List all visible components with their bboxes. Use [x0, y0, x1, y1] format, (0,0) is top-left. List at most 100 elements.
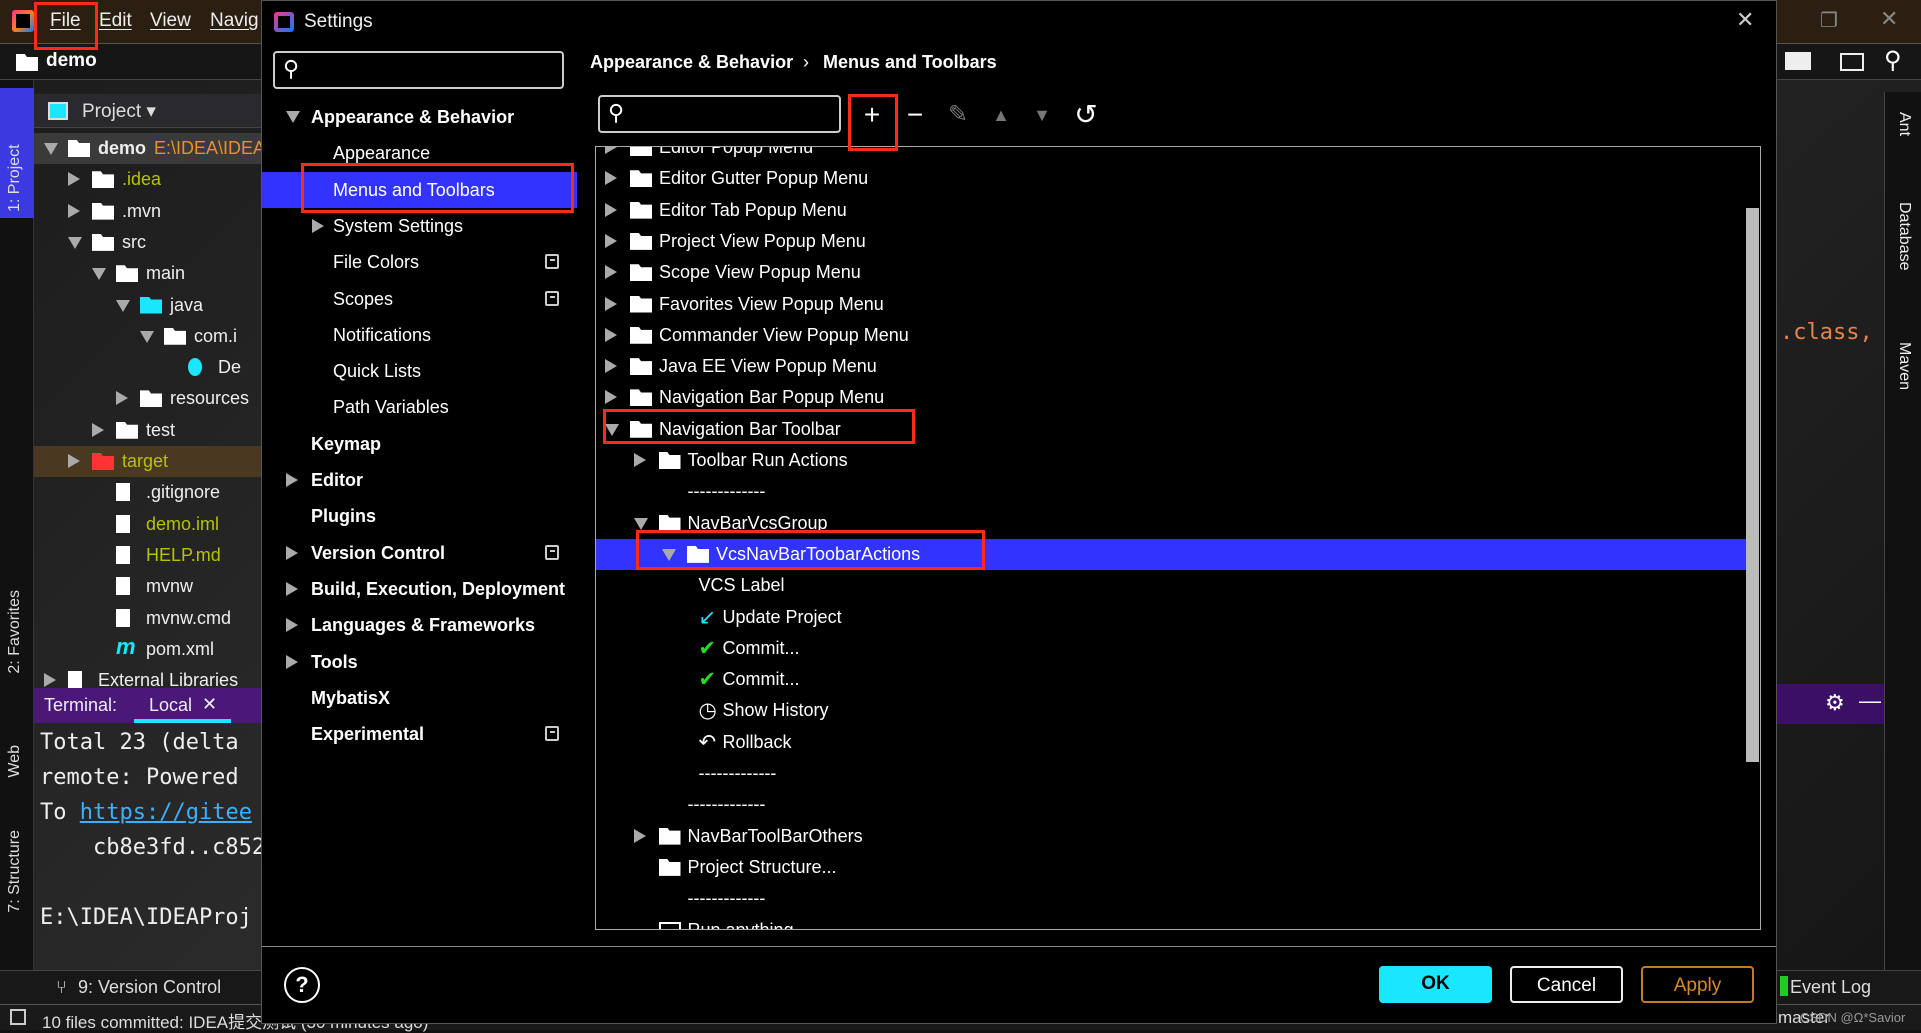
tree-scrollbar[interactable] [1746, 208, 1759, 762]
settings-nav-item[interactable]: Tools [262, 644, 577, 680]
tab-structure[interactable]: 7: Structure [6, 830, 24, 913]
collapsed-arrow-icon[interactable] [116, 391, 128, 406]
tab-event-log[interactable]: Event Log [1790, 977, 1871, 998]
tree-row[interactable]: ------------- [596, 789, 1746, 820]
project-tree-row[interactable]: resources [34, 383, 261, 414]
settings-nav-item[interactable]: Notifications [262, 317, 577, 353]
add-action-button[interactable]: + [855, 99, 889, 133]
tree-row[interactable]: Editor Tab Popup Menu [596, 195, 1746, 226]
collapsed-arrow-icon[interactable] [633, 828, 646, 843]
expanded-arrow-icon[interactable] [44, 143, 58, 155]
project-view-header[interactable]: Project ▾ [34, 94, 261, 128]
tree-row[interactable]: ------------- [596, 758, 1746, 789]
tab-ant[interactable]: Ant [1895, 112, 1913, 136]
collapsed-arrow-icon[interactable] [286, 545, 298, 560]
project-tree-row[interactable]: demo.iml [34, 509, 261, 540]
project-tree-row[interactable]: m pom.xml [34, 634, 261, 665]
expanded-arrow-icon[interactable] [662, 548, 676, 561]
breadcrumb-parent[interactable]: Appearance & Behavior [590, 52, 793, 73]
tree-row[interactable]: ------------- [596, 883, 1746, 914]
project-tree-row[interactable]: .idea [34, 164, 261, 195]
close-dialog-icon[interactable]: ✕ [1736, 7, 1754, 33]
collapsed-arrow-icon[interactable] [633, 453, 646, 467]
settings-search-input[interactable]: ⚲ [273, 51, 564, 89]
tab-favorites[interactable]: 2: Favorites [6, 590, 24, 674]
ok-button[interactable]: OK [1379, 966, 1492, 1003]
expanded-arrow-icon[interactable] [140, 330, 154, 343]
tree-row[interactable]: Project Structure... [596, 852, 1746, 883]
collapsed-arrow-icon[interactable] [286, 618, 298, 633]
tree-row[interactable]: ◷ Show History [596, 695, 1746, 726]
tree-row[interactable]: VcsNavBarToobarActions [596, 538, 1746, 570]
terminal-tab-local[interactable]: Local [149, 695, 192, 716]
collapsed-arrow-icon[interactable] [605, 147, 617, 154]
collapsed-arrow-icon[interactable] [286, 581, 298, 596]
settings-nav-item[interactable]: Editor [262, 462, 577, 498]
settings-nav-item[interactable]: Experimental [262, 716, 577, 752]
tree-row[interactable]: Project View Popup Menu [596, 226, 1746, 257]
collapsed-arrow-icon[interactable] [605, 296, 617, 311]
settings-nav-item[interactable]: Languages & Frameworks [262, 607, 577, 643]
collapsed-arrow-icon[interactable] [44, 673, 56, 688]
project-structure-icon[interactable] [1785, 52, 1811, 70]
tree-row[interactable]: NavBarToolBarOthers [596, 821, 1746, 852]
collapsed-arrow-icon[interactable] [605, 171, 617, 186]
settings-nav-item[interactable]: Appearance & Behavior [262, 99, 577, 135]
collapsed-arrow-icon[interactable] [68, 203, 80, 218]
expanded-arrow-icon[interactable] [286, 111, 300, 123]
tree-row[interactable]: ✔ Commit... [596, 633, 1746, 664]
remove-action-button[interactable]: − [898, 99, 932, 133]
close-window-icon[interactable]: ✕ [1880, 6, 1898, 32]
tree-row[interactable]: Navigation Bar Toolbar [596, 414, 1746, 445]
tree-row[interactable]: ↶ Rollback [596, 727, 1746, 758]
settings-nav-item[interactable]: System Settings [262, 208, 577, 244]
gear-icon[interactable]: ⚙ [1825, 690, 1845, 716]
settings-nav-item[interactable]: Plugins [262, 498, 577, 534]
expanded-arrow-icon[interactable] [605, 423, 619, 436]
settings-nav-item[interactable]: Scopes [262, 281, 577, 317]
project-tree-row[interactable]: demo E:\IDEA\IDEA [34, 133, 261, 164]
tree-search-input[interactable]: ⚲ [598, 95, 841, 133]
settings-nav-item[interactable]: Quick Lists [262, 353, 577, 389]
menu-view[interactable]: View [150, 10, 191, 32]
project-view-selector[interactable]: Project [82, 101, 141, 122]
tab-version-control[interactable]: 9: Version Control [78, 977, 221, 998]
collapsed-arrow-icon[interactable] [605, 202, 617, 217]
settings-nav-item[interactable]: Appearance [262, 135, 577, 171]
expanded-arrow-icon[interactable] [116, 299, 130, 312]
terminal-link[interactable]: https://gitee [80, 800, 252, 825]
project-tree-row[interactable]: HELP.md [34, 540, 261, 571]
tree-row[interactable]: Favorites View Popup Menu [596, 289, 1746, 320]
tree-row[interactable]: ------------- [596, 476, 1746, 507]
tree-row[interactable]: Toolbar Run Actions [596, 445, 1746, 476]
collapsed-arrow-icon[interactable] [605, 327, 617, 342]
expanded-arrow-icon[interactable] [633, 517, 648, 530]
settings-nav-item[interactable]: Menus and Toolbars [262, 171, 577, 208]
collapsed-arrow-icon[interactable] [92, 422, 104, 437]
collapsed-arrow-icon[interactable] [605, 359, 617, 374]
tab-web[interactable]: Web [6, 745, 24, 778]
minimize-icon[interactable]: — [1859, 688, 1881, 714]
project-tree-row[interactable]: De [34, 352, 261, 383]
project-tree-row[interactable]: test [34, 415, 261, 446]
tree-row[interactable]: Java EE View Popup Menu [596, 351, 1746, 382]
collapsed-arrow-icon[interactable] [286, 473, 298, 487]
project-tree-row[interactable]: src [34, 227, 261, 258]
tree-row[interactable]: Navigation Bar Popup Menu [596, 382, 1746, 413]
collapsed-arrow-icon[interactable] [312, 218, 324, 233]
project-tree-row[interactable]: target [34, 446, 261, 477]
tree-row[interactable]: Editor Gutter Popup Menu [596, 163, 1746, 194]
menu-navigate[interactable]: Navig [210, 10, 259, 32]
project-name-crumb[interactable]: demo [46, 50, 97, 72]
expanded-arrow-icon[interactable] [68, 236, 82, 249]
move-up-button[interactable]: ▲ [984, 99, 1018, 133]
tree-row[interactable]: Editor Popup Menu [596, 147, 1746, 163]
tree-row[interactable]: ↙ Update Project [596, 602, 1746, 633]
collapsed-arrow-icon[interactable] [605, 265, 617, 280]
tree-row[interactable]: VCS Label [596, 570, 1746, 601]
tree-row[interactable]: Scope View Popup Menu [596, 257, 1746, 288]
tree-row[interactable]: ✔ Commit... [596, 664, 1746, 695]
settings-nav-item[interactable]: File Colors [262, 244, 577, 280]
apply-button[interactable]: Apply [1641, 966, 1754, 1003]
project-tree-row[interactable]: java [34, 290, 261, 321]
